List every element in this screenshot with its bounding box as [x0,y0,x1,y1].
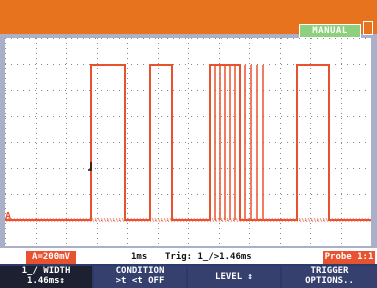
softkey-value: 1.46ms↕ [27,276,65,286]
graticule [5,38,366,244]
trace-noise [109,217,113,223]
trace-noise [235,217,239,223]
condition-softkey[interactable]: CONDITION >t <t OFF [94,266,186,288]
trace-noise [115,217,119,223]
oscilloscope-screen: MANUAL A A=200mV 1ms Trig: 1̲/>1.46ms Pr… [0,0,377,288]
top-bar: MANUAL [0,0,377,38]
trace-noise [319,217,323,223]
trace-noise [307,217,311,223]
trace-noise [325,217,329,223]
waveform-grid: A [5,38,371,244]
softkey-value: >t <t OFF [115,276,165,286]
softkey-value: OPTIONS.. [305,276,354,286]
mode-indicator [363,21,373,35]
trace-noise [313,217,317,223]
timebase-readout: 1ms [131,252,148,262]
softkey-label: TRIGGER [310,266,349,276]
trace-noise [121,217,125,223]
softkey-label: LEVEL ↕ [215,272,253,282]
trace-noise [97,217,101,223]
trace-noise [163,217,167,223]
channel-marker: A [5,211,11,222]
trace-noise [91,217,95,223]
trigger-width-softkey[interactable]: 1̲/ WIDTH 1.46ms↕ [0,266,92,288]
trace-noise [103,217,107,223]
channel-a-marker: A [5,211,11,222]
channel-scale-badge: A=200mV [26,251,76,264]
trace-noise [211,217,215,223]
softkey-label: 1̲/ WIDTH [21,266,71,276]
trigger-readout: Trig: 1̲/>1.46ms [165,252,252,262]
probe-badge: Probe 1:1 [323,251,375,264]
level-softkey[interactable]: LEVEL ↕ [188,266,280,288]
mode-badge[interactable]: MANUAL [299,24,361,38]
waveform-display[interactable]: A [5,38,371,246]
softkey-label: CONDITION [115,266,165,276]
trace-noise [301,217,305,223]
trace-noise [151,217,155,223]
trigger-options-softkey[interactable]: TRIGGER OPTIONS.. [282,266,377,288]
